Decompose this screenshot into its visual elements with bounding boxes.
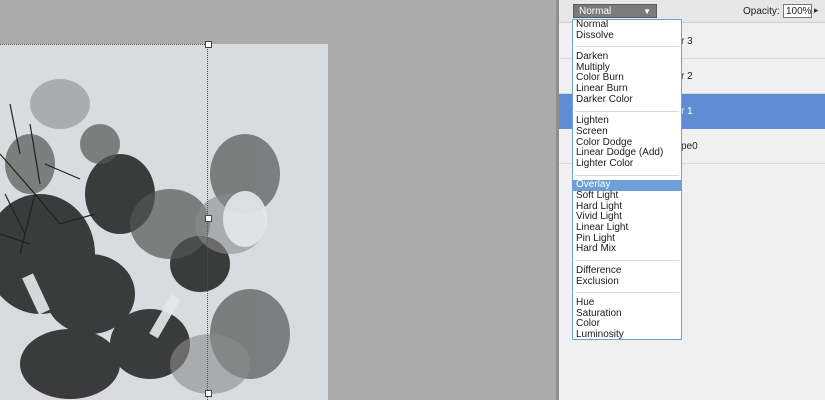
layer-name: r 2 <box>681 71 693 82</box>
blend-mode-menu: Normal Dissolve Darken Multiply Color Burn Li… <box>572 19 682 340</box>
chevron-down-icon: ▼ <box>643 7 651 16</box>
transform-handle[interactable] <box>205 390 212 397</box>
menu-separator <box>573 287 681 298</box>
blend-mode-option[interactable]: Lighter Color <box>573 158 681 170</box>
selection-marquee-top <box>0 44 207 45</box>
opacity-input[interactable]: 100% <box>783 4 812 18</box>
blend-mode-dropdown[interactable]: Normal ▼ <box>573 4 657 18</box>
layer-name: r 3 <box>681 36 693 47</box>
menu-separator <box>573 106 681 117</box>
opacity-slider-arrow-icon[interactable]: ▸ <box>814 5 819 16</box>
blend-mode-option[interactable]: Screen <box>573 126 681 138</box>
transform-handle[interactable] <box>205 41 212 48</box>
opacity-label: Opacity: <box>743 6 780 17</box>
canvas-area[interactable] <box>0 0 556 400</box>
menu-separator <box>573 41 681 52</box>
menu-separator <box>573 170 681 181</box>
layer-name: pe0 <box>681 141 698 152</box>
blend-mode-option[interactable]: Hard Mix <box>573 244 681 255</box>
blend-mode-option[interactable]: Exclusion <box>573 276 681 288</box>
blend-mode-option[interactable]: Dissolve <box>573 30 681 42</box>
blend-mode-option[interactable]: Difference <box>573 265 681 277</box>
transform-handle[interactable] <box>205 215 212 222</box>
blend-mode-option[interactable]: Luminosity <box>573 329 681 339</box>
blend-mode-option[interactable]: Darker Color <box>573 94 681 106</box>
selection-marquee-right <box>207 44 208 400</box>
menu-separator <box>573 255 681 266</box>
layer-name: r 1 <box>681 106 693 117</box>
document-canvas[interactable] <box>0 44 328 400</box>
blend-mode-option[interactable]: Hue <box>573 297 681 309</box>
artwork-image <box>0 79 290 399</box>
blend-mode-value: Normal <box>579 6 612 17</box>
